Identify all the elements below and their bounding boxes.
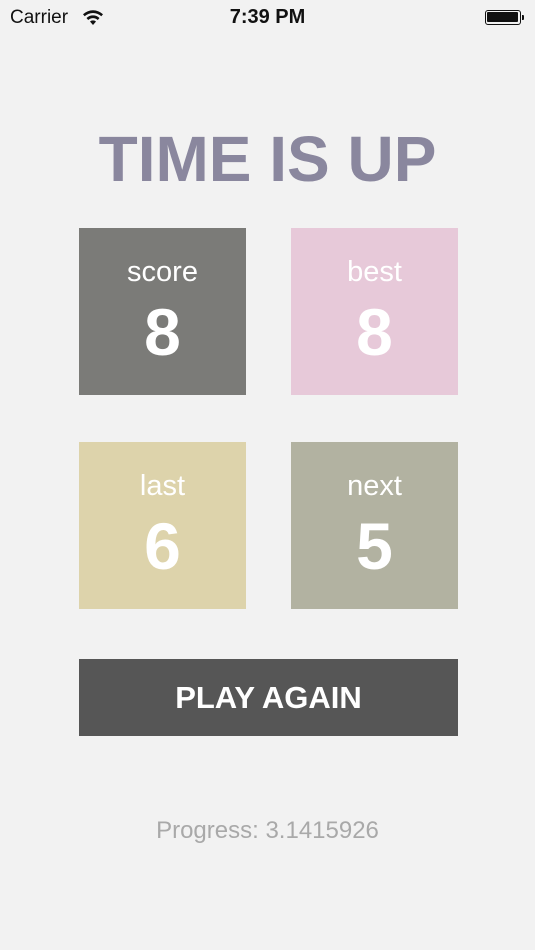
last-label: last xyxy=(139,470,186,502)
battery-fill xyxy=(487,12,518,22)
next-tile: next 5 xyxy=(291,442,458,609)
last-value: 6 xyxy=(144,509,181,583)
battery-icon xyxy=(485,10,524,25)
clock: 7:39 PM xyxy=(229,6,306,28)
score-tile: score 8 xyxy=(79,228,246,395)
best-value: 8 xyxy=(356,295,393,369)
score-label: score xyxy=(127,256,198,288)
best-tile: best 8 xyxy=(291,228,458,395)
next-label: next xyxy=(347,470,402,502)
score-value: 8 xyxy=(144,295,181,369)
best-label: best xyxy=(347,256,402,288)
status-bar: Carrier 7:39 PM xyxy=(0,0,535,36)
progress-text: Progress: 3.1415926 xyxy=(156,817,379,844)
page-title: TIME IS UP xyxy=(98,123,437,195)
last-tile: last 6 xyxy=(79,442,246,609)
next-value: 5 xyxy=(356,509,393,583)
play-again-button[interactable]: PLAY AGAIN xyxy=(79,659,458,736)
